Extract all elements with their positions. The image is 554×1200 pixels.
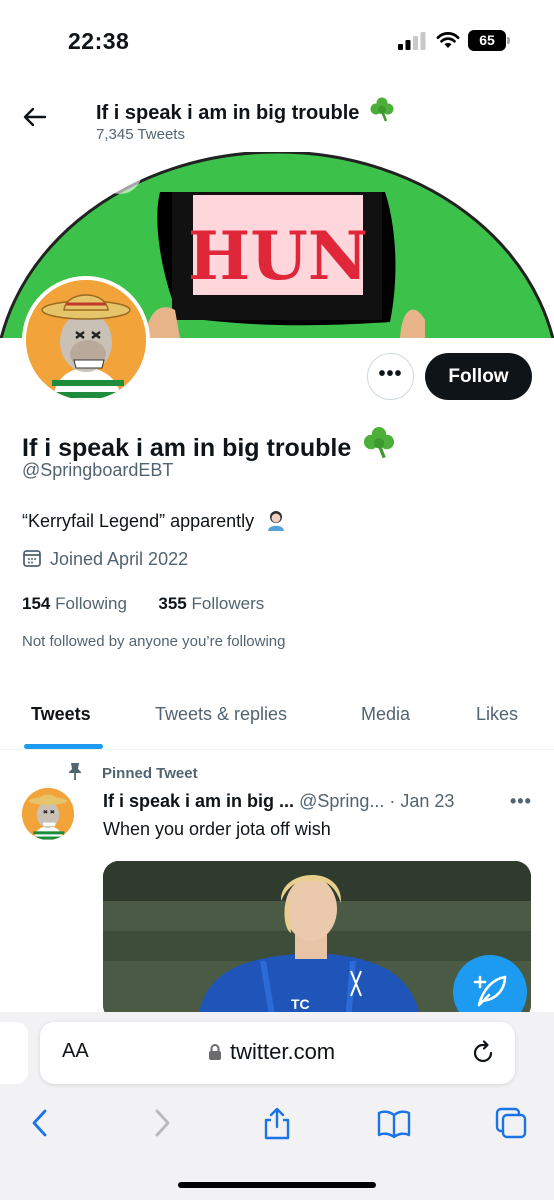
tab-likes[interactable]: Likes — [476, 704, 518, 725]
pinned-text: Pinned Tweet — [102, 765, 198, 782]
pin-icon — [69, 763, 81, 780]
back-icon[interactable] — [24, 1106, 58, 1140]
tabs-icon[interactable] — [494, 1106, 528, 1140]
share-icon[interactable] — [260, 1106, 294, 1140]
joined-date: Joined April 2022 — [22, 548, 188, 570]
followers-link[interactable]: 355 Followers — [158, 594, 264, 613]
browser-toolbar — [0, 1100, 554, 1200]
previous-tab-preview[interactable] — [0, 1022, 28, 1084]
browser-address-area: AA twitter.com — [0, 1012, 554, 1100]
back-arrow-icon[interactable] — [22, 104, 48, 130]
reader-options-button[interactable]: AA — [62, 1040, 89, 1063]
header-title-text: If i speak i am in big trouble — [96, 102, 360, 124]
follow-stats: 154 Following 355 Followers — [22, 594, 264, 614]
ape-avatar-image — [22, 788, 74, 840]
status-time: 22:38 — [68, 28, 130, 54]
joined-text: Joined April 2022 — [50, 549, 189, 569]
person-emoji-icon — [268, 511, 285, 531]
tab-tweets[interactable]: Tweets — [31, 704, 91, 725]
tweet-header: If i speak i am in big ... @Spring... · … — [103, 791, 454, 812]
url-text: twitter.com — [230, 1039, 336, 1064]
profile-handle: @SpringboardEBT — [22, 460, 174, 480]
following-label: Following — [55, 594, 127, 613]
tweet-date[interactable]: · Jan 23 — [389, 791, 454, 811]
lock-icon — [209, 1044, 221, 1060]
status-bar: 22:38 65 — [0, 0, 554, 80]
follow-button[interactable]: Follow — [425, 353, 532, 400]
reload-icon[interactable] — [470, 1040, 496, 1066]
following-count: 154 — [22, 594, 51, 613]
active-tab-indicator — [24, 744, 103, 749]
tweet-text: When you order jota off wish — [103, 819, 331, 839]
tweet-avatar[interactable] — [22, 788, 74, 840]
profile-avatar[interactable] — [22, 276, 150, 404]
shamrock-icon — [370, 97, 394, 122]
battery-icon: 65 — [468, 30, 510, 51]
not-followed-notice: Not followed by anyone you’re following — [22, 633, 286, 650]
following-link[interactable]: 154 Following — [22, 594, 127, 613]
bookmarks-icon[interactable] — [377, 1106, 411, 1140]
profile-name: If i speak i am in big trouble — [22, 425, 396, 463]
home-indicator[interactable] — [178, 1182, 376, 1188]
profile-tabs: Tweets Tweets & replies Media Likes — [0, 680, 554, 750]
tab-media[interactable]: Media — [361, 704, 410, 725]
url-display[interactable]: twitter.com — [208, 1039, 335, 1065]
shirt-initials: TC — [291, 996, 310, 1012]
followers-count: 355 — [158, 594, 187, 613]
profile-bio: “Kerryfail Legend” apparently — [22, 509, 287, 532]
calendar-icon — [23, 550, 41, 567]
followers-label: Followers — [191, 594, 265, 613]
tweet-count: 7,345 Tweets — [96, 126, 185, 143]
tab-tweets-replies[interactable]: Tweets & replies — [155, 704, 287, 725]
battery-level: 65 — [468, 30, 506, 51]
tweet-more-button[interactable]: ••• — [510, 791, 532, 812]
ape-avatar-image — [26, 280, 146, 400]
banner-sign-text: HUN — [188, 217, 368, 295]
shamrock-icon — [364, 426, 395, 459]
profile-header: If i speak i am in big trouble 7,345 Twe… — [0, 80, 554, 152]
tweet-author[interactable]: If i speak i am in big ... — [103, 791, 294, 811]
tweet-handle[interactable]: @Spring... — [299, 791, 384, 811]
address-bar[interactable]: AA twitter.com — [40, 1022, 515, 1084]
more-options-button[interactable]: ••• — [367, 353, 414, 400]
wifi-icon — [436, 32, 460, 48]
cellular-signal-icon — [398, 32, 426, 50]
bio-text: “Kerryfail Legend” apparently — [22, 511, 255, 531]
header-title: If i speak i am in big trouble — [96, 96, 395, 125]
pinned-label: Pinned Tweet — [68, 762, 198, 782]
forward-icon[interactable] — [144, 1106, 178, 1140]
profile-name-text: If i speak i am in big trouble — [22, 434, 352, 462]
